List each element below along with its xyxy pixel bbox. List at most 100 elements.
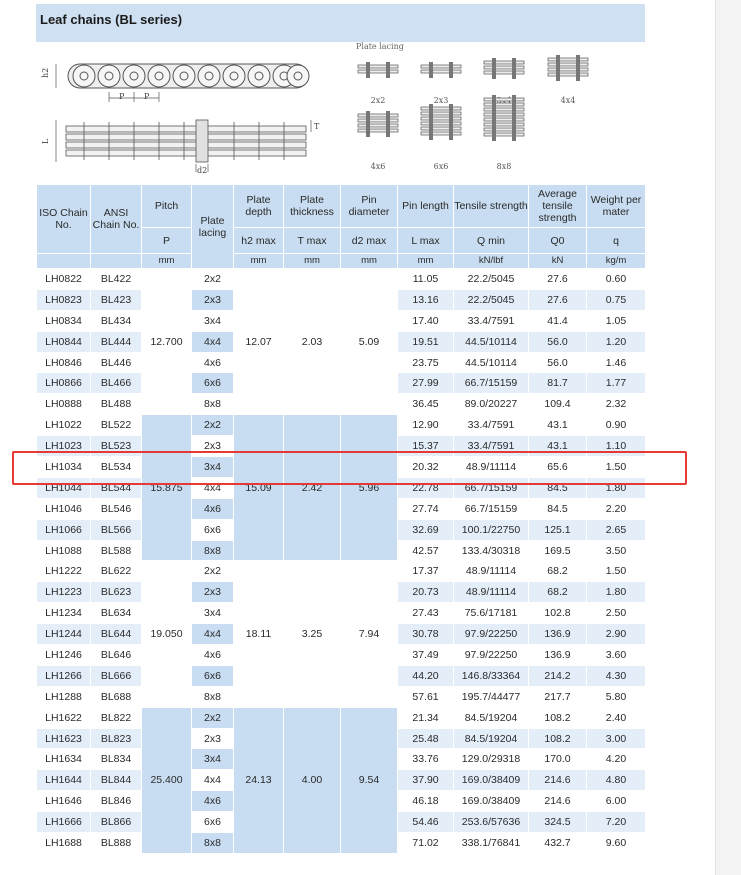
- ansi-chain-no: BL566: [90, 518, 142, 541]
- ansi-chain-no: BL422: [90, 268, 142, 290]
- plate-lacing: 8x8: [191, 685, 234, 708]
- plate-lacing: 2x2: [191, 560, 234, 583]
- plate-lacing: 8x8: [191, 539, 234, 562]
- plate-lacing: 2x2: [191, 268, 234, 290]
- pin-length: 19.51: [397, 330, 454, 353]
- unit-diameter: mm: [340, 253, 398, 269]
- weight: 1.77: [586, 372, 646, 395]
- iso-chain-no: LH1088: [36, 539, 91, 562]
- ansi-chain-no: BL488: [90, 393, 142, 416]
- tensile-strength: 129.0/29318: [453, 748, 529, 771]
- plate-diameter-value: 5.96: [340, 414, 398, 562]
- pin-length: 37.90: [397, 769, 454, 792]
- pin-length: 33.76: [397, 748, 454, 771]
- ansi-chain-no: BL522: [90, 414, 142, 437]
- weight: 4.20: [586, 748, 646, 771]
- iso-chain-no: LH1688: [36, 832, 91, 854]
- plate-lacing: 4x4: [191, 623, 234, 646]
- tensile-strength: 33.4/7591: [453, 414, 529, 437]
- iso-chain-no: LH1623: [36, 727, 91, 750]
- ansi-chain-no: BL546: [90, 497, 142, 520]
- avg-tensile-strength: 109.4: [528, 393, 587, 416]
- header-pin-length: Pin length: [397, 184, 454, 228]
- iso-chain-no: LH1234: [36, 602, 91, 625]
- weight: 3.00: [586, 727, 646, 750]
- ansi-chain-no: BL644: [90, 623, 142, 646]
- lacing-icon-3x4: [483, 57, 525, 79]
- plate-lacing: 2x3: [191, 727, 234, 750]
- table-row: LH0822 BL422 12.700 2x2 12.07 2.03 5.09 11.05 22…: [36, 267, 646, 416]
- pin-length: 42.57: [397, 539, 454, 562]
- ansi-chain-no: BL846: [90, 790, 142, 813]
- plate-depth-value: 24.13: [233, 706, 284, 854]
- header-lacing: Plate lacing: [191, 184, 234, 269]
- weight: 4.30: [586, 664, 646, 687]
- avg-tensile-strength: 125.1: [528, 518, 587, 541]
- pin-length: 27.99: [397, 372, 454, 395]
- avg-tensile-strength: 324.5: [528, 811, 587, 834]
- pitch-label-1: P: [119, 92, 125, 101]
- ansi-chain-no: BL588: [90, 539, 142, 562]
- ansi-chain-no: BL622: [90, 560, 142, 583]
- iso-chain-no: LH1288: [36, 685, 91, 708]
- plate-lacing: 2x3: [191, 288, 234, 311]
- pin-length: 11.05: [397, 268, 454, 290]
- plate-lacing: 4x6: [191, 497, 234, 520]
- ansi-chain-no: BL888: [90, 832, 142, 854]
- lacing-icon-2x3: [420, 62, 462, 78]
- plate-lacing: 2x2: [191, 414, 234, 437]
- tensile-strength: 100.1/22750: [453, 518, 529, 541]
- unit-length: mm: [397, 253, 454, 269]
- header-ansi: ANSI Chain No.: [90, 184, 142, 254]
- weight: 1.50: [586, 560, 646, 583]
- plate-lacing: 3x4: [191, 748, 234, 771]
- pin-length: 30.78: [397, 623, 454, 646]
- table-row: LH1022 BL522 15.875 2x2 15.09 2.42 5.96 12.90 33…: [36, 414, 646, 562]
- iso-chain-no: LH1666: [36, 811, 91, 834]
- iso-chain-no: LH0823: [36, 288, 91, 311]
- iso-chain-no: LH0834: [36, 309, 91, 332]
- ansi-chain-no: BL444: [90, 330, 142, 353]
- avg-tensile-strength: 68.2: [528, 560, 587, 583]
- weight: 2.40: [586, 706, 646, 729]
- scrollbar-track[interactable]: [715, 0, 741, 875]
- ansi-chain-no: BL646: [90, 644, 142, 666]
- highlight-box: [12, 451, 687, 485]
- weight: 2.50: [586, 602, 646, 625]
- weight: 2.20: [586, 497, 646, 520]
- weight: 0.75: [586, 288, 646, 311]
- lacing-label-4x4: 4x4: [560, 96, 576, 105]
- header-tensile: Tensile strength: [453, 184, 529, 228]
- plate-thickness-value: 3.25: [283, 560, 341, 708]
- plate-depth-value: 12.07: [233, 267, 284, 416]
- weight: 5.80: [586, 685, 646, 708]
- avg-tensile-strength: 214.6: [528, 769, 587, 792]
- avg-tensile-strength: 27.6: [528, 268, 587, 290]
- avg-tensile-strength: 68.2: [528, 581, 587, 604]
- spec-table: ISO Chain No. ANSI Chain No. Pitch Plate…: [36, 184, 646, 854]
- avg-tensile-strength: 214.6: [528, 790, 587, 813]
- tensile-strength: 169.0/38409: [453, 769, 529, 792]
- iso-chain-no: LH0822: [36, 268, 91, 290]
- tensile-strength: 48.9/11114: [453, 581, 529, 604]
- ansi-chain-no: BL466: [90, 372, 142, 395]
- weight: 2.32: [586, 393, 646, 416]
- tensile-strength: 133.4/30318: [453, 539, 529, 562]
- table-row: LH1622 BL822 25.400 2x2 24.13 4.00 9.54 21.34 84…: [36, 706, 646, 854]
- pitch-value: 19.050: [141, 560, 192, 708]
- iso-chain-no: LH1046: [36, 497, 91, 520]
- weight: 1.46: [586, 351, 646, 374]
- plate-lacing-title: Plate lacing: [356, 42, 404, 51]
- pin-length: 46.18: [397, 790, 454, 813]
- header-sym-q: Q min: [453, 227, 529, 254]
- header-iso: ISO Chain No.: [36, 184, 91, 254]
- avg-tensile-strength: 108.2: [528, 706, 587, 729]
- weight: 2.65: [586, 518, 646, 541]
- thickness-label: T: [314, 122, 320, 131]
- h2-label: h2: [41, 68, 50, 78]
- plate-lacing: 4x4: [191, 330, 234, 353]
- header-sym-l: L max: [397, 227, 454, 254]
- plate-lacing: 6x6: [191, 518, 234, 541]
- avg-tensile-strength: 41.4: [528, 309, 587, 332]
- tensile-strength: 22.2/5045: [453, 268, 529, 290]
